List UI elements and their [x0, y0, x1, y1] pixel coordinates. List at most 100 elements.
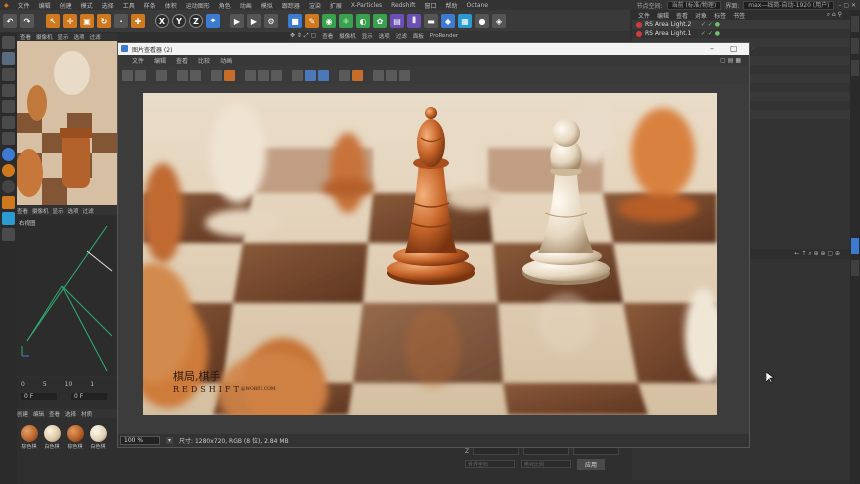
rv-view-menu[interactable]: 查看 — [17, 207, 28, 215]
live-select-icon[interactable]: ↖ — [46, 14, 60, 28]
zoom-field[interactable]: 100 % — [120, 436, 160, 445]
pv-animation-menu[interactable]: 动画 — [220, 56, 232, 65]
model-mode-icon[interactable] — [2, 52, 15, 65]
scene-icon[interactable]: ▤ — [390, 14, 404, 28]
z-axis-lock-button[interactable]: Z — [189, 14, 203, 28]
undo-icon[interactable]: ↶ — [3, 14, 17, 28]
ab-compare-icon[interactable] — [177, 69, 188, 81]
mat-material-menu[interactable]: 材质 — [81, 410, 92, 418]
close-button[interactable]: ✕ — [750, 44, 757, 53]
scale-icon[interactable]: ▣ — [80, 14, 94, 28]
filter-icon[interactable] — [352, 69, 363, 81]
symmetry-icon[interactable]: ⫴ — [407, 14, 421, 28]
om-tags-menu[interactable]: 标签 — [714, 11, 726, 20]
nav-arrows-icon[interactable]: ✥ ⇕ ⤢ ▢ — [290, 32, 316, 40]
z-scale-field[interactable] — [523, 447, 570, 455]
fit-view-icon[interactable] — [245, 69, 256, 81]
z-rotation-field[interactable] — [573, 447, 620, 455]
menu-xparticles[interactable]: X-Particles — [351, 2, 382, 9]
menu-window[interactable]: 窗口 — [425, 1, 437, 10]
vp2-view-menu[interactable]: 查看 — [322, 32, 333, 40]
rotate-icon[interactable]: ↻ — [97, 14, 111, 28]
bend-deformer-icon[interactable]: ◐ — [356, 14, 370, 28]
menu-simulate[interactable]: 模拟 — [261, 1, 273, 10]
vp2-display-menu[interactable]: 显示 — [362, 32, 373, 40]
field-icon[interactable]: ✿ — [373, 14, 387, 28]
perspective-viewport[interactable] — [17, 33, 117, 205]
make-editable-icon[interactable] — [2, 36, 15, 49]
pv-compare-menu[interactable]: 比较 — [198, 56, 210, 65]
split-view-icon[interactable] — [339, 69, 350, 81]
channel-rgb-icon[interactable] — [292, 69, 303, 81]
picture-viewer-canvas[interactable]: 棋局,棋手 REDSHIFT @WOBIU.COM — [118, 84, 749, 434]
channel-a-icon[interactable] — [305, 69, 316, 81]
menu-spline[interactable]: 样条 — [144, 1, 156, 10]
menu-edit[interactable]: 编辑 — [39, 1, 51, 10]
histogram-icon[interactable] — [373, 69, 384, 81]
side-tab-content[interactable] — [851, 60, 859, 76]
coord-space-select[interactable]: 世界坐标 — [465, 460, 515, 468]
vp-view-menu[interactable]: 查看 — [20, 33, 31, 41]
om-view-menu[interactable]: 查看 — [676, 11, 688, 20]
menu-mograph[interactable]: 运动图形 — [186, 1, 210, 10]
workplane-icon[interactable] — [2, 180, 15, 193]
timeline[interactable]: 0 5 10 1 0 F 0 F — [17, 378, 117, 408]
render-settings-icon[interactable]: ⚙ — [264, 14, 278, 28]
lock-icon[interactable] — [2, 228, 15, 241]
render-view-icon[interactable]: ▶ — [230, 14, 244, 28]
maximize-button[interactable]: ▢ — [730, 44, 738, 53]
rv-options-menu[interactable]: 选项 — [68, 207, 79, 215]
menu-character[interactable]: 角色 — [219, 1, 231, 10]
redo-icon[interactable]: ↷ — [20, 14, 34, 28]
texture-mode-icon[interactable] — [2, 68, 15, 81]
vp2-prorender-menu[interactable]: ProRender — [430, 33, 458, 39]
cloner-icon[interactable]: ⚛ — [339, 14, 353, 28]
sculpt-icon[interactable] — [2, 212, 15, 225]
paint-icon[interactable] — [2, 196, 15, 209]
visibility-toggle-icon[interactable]: ✓ ✓ ● — [701, 30, 720, 37]
octane-shield-icon[interactable]: ◈ — [492, 14, 506, 28]
vp2-filter-menu[interactable]: 过滤 — [396, 32, 407, 40]
menu-tools[interactable]: 工具 — [123, 1, 135, 10]
menu-extensions[interactable]: 扩展 — [330, 1, 342, 10]
save-image-icon[interactable] — [135, 69, 146, 81]
material-swatch[interactable]: 白色棋 — [88, 424, 108, 450]
channel-b-icon[interactable] — [318, 69, 329, 81]
subdivision-icon[interactable]: ◉ — [322, 14, 336, 28]
move-icon[interactable]: ✛ — [63, 14, 77, 28]
pv-panel-toggle-icons[interactable]: ▢ ▤ ▦ — [720, 57, 741, 64]
frame-end-field[interactable]: 0 F — [71, 392, 107, 400]
polygons-mode-icon[interactable] — [2, 116, 15, 129]
side-tab-takes[interactable] — [851, 38, 859, 54]
axis-mode-icon[interactable] — [2, 132, 15, 145]
menu-mode[interactable]: 模式 — [81, 1, 93, 10]
right-viewport[interactable]: 右视图 — [17, 216, 117, 376]
full-view-icon[interactable] — [258, 69, 269, 81]
om-bookmarks-menu[interactable]: 书签 — [733, 11, 745, 20]
object-row[interactable]: RS Area Light.2 ✓ ✓ ● — [632, 20, 850, 29]
vp-filter-menu[interactable]: 过滤 — [90, 33, 101, 41]
minimize-button[interactable]: – — [710, 44, 714, 53]
pv-view-menu[interactable]: 查看 — [176, 56, 188, 65]
material-swatch[interactable]: 棕色棋 — [65, 424, 85, 450]
vp2-options-menu[interactable]: 选项 — [379, 32, 390, 40]
tag-icon[interactable]: ◆ — [441, 14, 455, 28]
app-icon[interactable]: ◆ — [4, 2, 9, 9]
layers-icon[interactable] — [386, 69, 397, 81]
side-tab-attributes[interactable] — [851, 238, 859, 254]
coordinate-system-icon[interactable]: ✚ — [131, 14, 145, 28]
layout-select[interactable]: max—线简-自动-1920 (用户) — [743, 0, 835, 10]
om-search-icon[interactable]: ⌕ ⌂ ⚲ — [827, 11, 842, 19]
menu-render[interactable]: 渲染 — [309, 1, 321, 10]
snap-settings-icon[interactable] — [2, 164, 15, 177]
x-axis-lock-button[interactable]: X — [155, 14, 169, 28]
node-space-select[interactable]: 当前 (标准/物理) — [666, 0, 722, 10]
spline-pen-icon[interactable]: ✎ — [305, 14, 319, 28]
mat-view-menu[interactable]: 查看 — [49, 410, 60, 418]
menu-volume[interactable]: 体积 — [165, 1, 177, 10]
vp2-panel-menu[interactable]: 面板 — [413, 32, 424, 40]
z-position-field[interactable] — [473, 447, 520, 455]
mat-create-menu[interactable]: 创建 — [17, 410, 28, 418]
menu-octane[interactable]: Octane — [467, 2, 489, 9]
open-image-icon[interactable] — [122, 69, 133, 81]
